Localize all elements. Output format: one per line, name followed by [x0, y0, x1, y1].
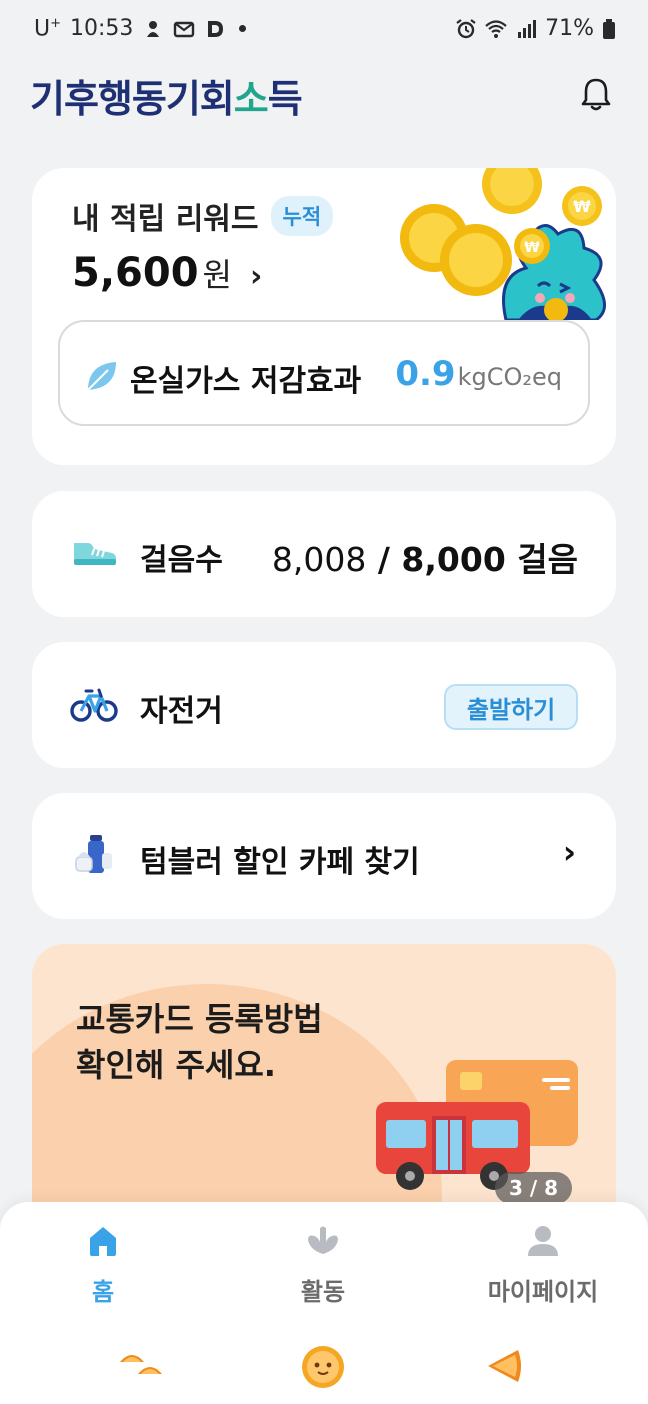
- mail-icon: [174, 21, 195, 37]
- nav-home-label: 홈: [91, 1278, 115, 1306]
- alarm-icon: [456, 18, 476, 38]
- status-right: 71%: [455, 16, 616, 41]
- status-bar: U+ 10:53 71%: [0, 0, 648, 62]
- reward-unit: 원: [202, 256, 232, 294]
- transit-card-banner[interactable]: 교통카드 등록방법 확인해 주세요. 3 / 8: [32, 944, 616, 1244]
- orange-face-icon: [302, 1346, 344, 1388]
- svg-text:₩: ₩: [573, 197, 591, 216]
- ghg-value: 0.9: [395, 354, 456, 394]
- app-logo[interactable]: 기후행동기회소득: [30, 68, 303, 123]
- shoe-icon: [74, 543, 116, 565]
- bottom-navigation: 홈 활동 마이페이지: [0, 1202, 648, 1404]
- home-icon: [90, 1227, 116, 1256]
- banner-line-1: 교통카드 등록방법: [76, 1000, 323, 1038]
- wifi-icon: [485, 19, 507, 38]
- svg-text:₩: ₩: [524, 240, 540, 256]
- steps-card[interactable]: 걸음수 8,008 / 8,000 걸음: [32, 491, 616, 617]
- reward-card: 내 적립 리워드 누적 5,600 원 › ₩ ₩ 온실가스 저감효과 0.9 …: [32, 168, 616, 465]
- bicycle-label: 자전거: [140, 694, 223, 729]
- decorative-icons-row: [0, 1344, 648, 1394]
- coins-mascot-illustration: ₩ ₩: [400, 168, 606, 320]
- start-ride-button[interactable]: 출발하기: [444, 684, 578, 730]
- clock: 10:53: [70, 16, 134, 42]
- banner-line-2: 확인해 주세요.: [76, 1046, 276, 1084]
- tumbler-label: 텀블러 할인 카페 찾기: [140, 845, 420, 880]
- bicycle-card: 자전거 출발하기: [32, 642, 616, 768]
- steps-current: 8,008: [271, 540, 367, 579]
- cumulative-badge: 누적: [270, 196, 334, 236]
- nav-activity-label: 활동: [300, 1278, 346, 1306]
- d-app-icon: [208, 20, 224, 37]
- reward-amount-link[interactable]: 5,600 원 ›: [72, 250, 262, 296]
- battery-percent: 71%: [545, 16, 594, 41]
- app-screen: U+ 10:53 71% 기후행동기회소득 내 적립 리워드 누적 5,600 …: [0, 0, 648, 1404]
- user-icon: [528, 1226, 558, 1256]
- nav-home[interactable]: 홈: [28, 1224, 178, 1314]
- nav-mypage-label: 마이페이지: [487, 1278, 599, 1306]
- notification-app-icon: [147, 20, 160, 37]
- tumbler-icon: [75, 835, 112, 873]
- orange-wedge-icon: [488, 1350, 521, 1382]
- steps-separator: /: [366, 540, 402, 579]
- nav-mypage[interactable]: 마이페이지: [468, 1224, 618, 1314]
- status-left: U+ 10:53: [34, 16, 247, 42]
- bell-icon[interactable]: [580, 76, 612, 112]
- ghg-reduction-box: 온실가스 저감효과 0.9 kgCO₂eq: [58, 320, 590, 426]
- banner-page-indicator: 3 / 8: [494, 1172, 572, 1204]
- ghg-label: 온실가스 저감효과: [130, 364, 362, 399]
- nav-activity[interactable]: 활동: [248, 1224, 398, 1314]
- chevron-right-icon: ›: [562, 833, 576, 871]
- reward-amount: 5,600: [72, 250, 199, 296]
- activity-icon: [308, 1226, 338, 1254]
- tumbler-cafe-card[interactable]: 텀블러 할인 카페 찾기 ›: [32, 793, 616, 919]
- chevron-right-icon: ›: [249, 259, 263, 294]
- more-notifications-dot: [239, 25, 247, 33]
- bicycle-icon: [70, 688, 118, 722]
- ghg-value-wrap: 0.9 kgCO₂eq: [395, 354, 562, 394]
- battery-icon: [603, 18, 615, 39]
- banner-text: 교통카드 등록방법 확인해 주세요.: [76, 996, 323, 1088]
- steps-count: 8,008 / 8,000 걸음: [272, 533, 578, 581]
- reward-title-row: 내 적립 리워드 누적: [72, 194, 334, 238]
- ghg-unit: kgCO₂eq: [457, 363, 562, 391]
- leaf-icon: [87, 362, 116, 391]
- orange-slices-icon: [120, 1355, 162, 1374]
- signal-icon: [518, 19, 537, 38]
- steps-goal: 8,000 걸음: [401, 540, 578, 579]
- steps-label: 걸음수: [140, 543, 223, 578]
- carrier: U+: [34, 16, 62, 42]
- reward-title: 내 적립 리워드: [72, 202, 259, 237]
- app-header: 기후행동기회소득: [0, 62, 648, 132]
